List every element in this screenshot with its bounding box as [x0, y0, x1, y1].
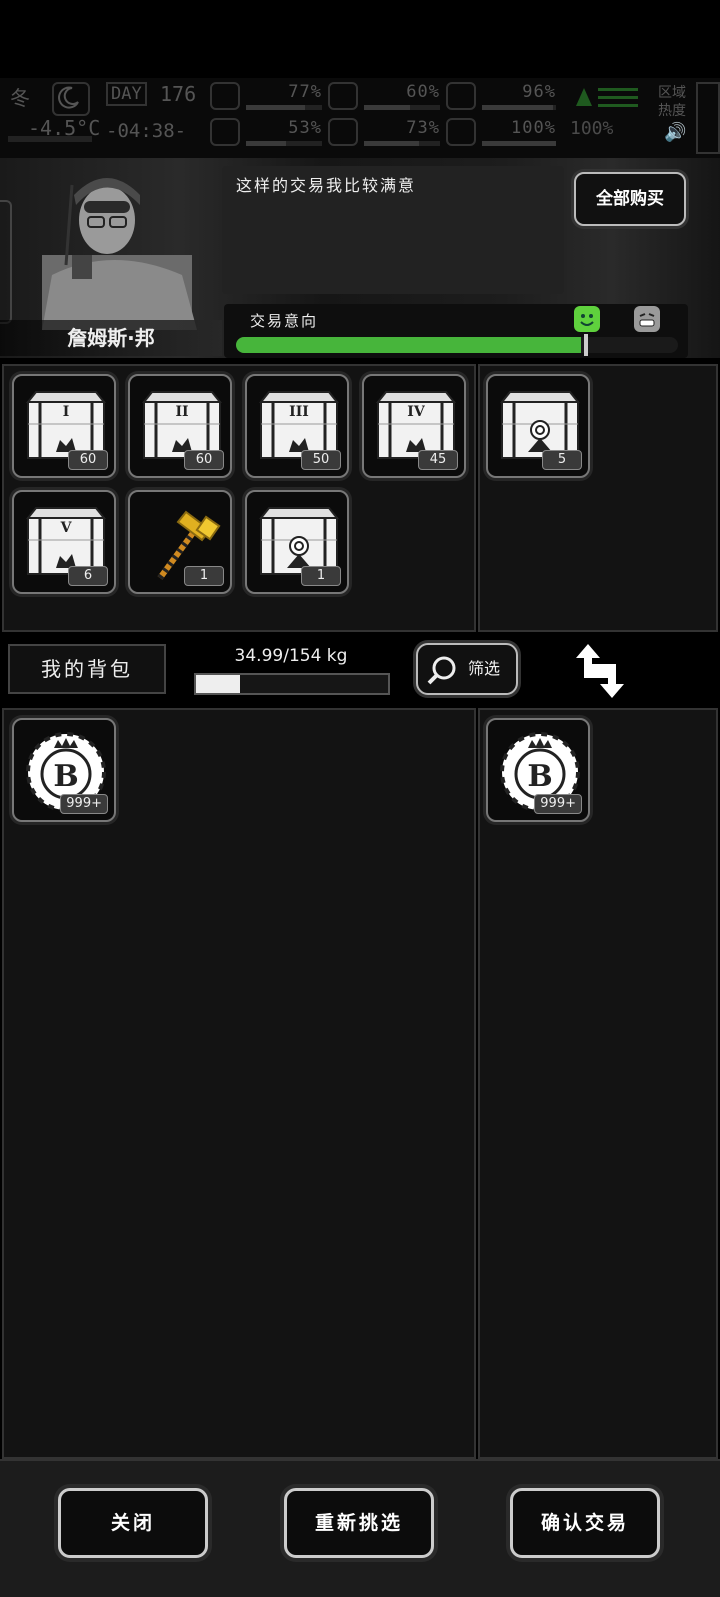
svg-text:B: B: [527, 759, 552, 794]
vitality-stat: 100%: [446, 118, 556, 146]
item-count: 6: [68, 566, 108, 586]
confirm-trade-button[interactable]: 确认交易: [510, 1488, 660, 1558]
left-edge-tab[interactable]: [0, 200, 12, 324]
trade-intent-label: 交易意向: [250, 312, 319, 330]
temperature-bar: [8, 136, 92, 142]
weight-bar: [194, 673, 390, 695]
item-count: 999+: [534, 794, 582, 814]
item-count: 60: [68, 450, 108, 470]
weight-bar-fill: [196, 675, 240, 693]
dialog-text: 这样的交易我比较满意: [236, 176, 417, 195]
day-value: 176: [160, 82, 197, 106]
buy-all-button[interactable]: 全部购买: [574, 172, 686, 226]
item-slot-coin[interactable]: B 999+: [12, 718, 116, 822]
item-slot-golden-hammer[interactable]: 1: [128, 490, 232, 594]
heart-icon: [446, 118, 476, 146]
water-drop-icon: [328, 118, 358, 146]
thirst-stat: 73%: [328, 118, 440, 146]
lungs-icon: [446, 82, 476, 110]
health-stat: 77%: [210, 82, 322, 110]
filter-label: 筛选: [468, 659, 501, 678]
svg-text:II: II: [175, 404, 188, 420]
weight-text: 34.99/154 kg: [234, 646, 348, 666]
svg-text:I: I: [63, 404, 70, 420]
item-slot-coin[interactable]: B 999+: [486, 718, 590, 822]
filter-button[interactable]: 筛选: [416, 643, 518, 695]
item-slot-crate-ii[interactable]: II 60: [128, 374, 232, 478]
zone-heat-label: 区域热度: [658, 85, 686, 119]
radiation-value: 100%: [570, 118, 614, 139]
trade-intent-fill: [236, 337, 581, 353]
side-tab[interactable]: [696, 82, 720, 154]
mood-stat: 53%: [210, 118, 322, 146]
item-slot-crate-iii[interactable]: III 50: [245, 374, 349, 478]
svg-text:IV: IV: [407, 404, 426, 420]
trade-intent-bar: [236, 337, 678, 353]
status-hud: 冬 DAY 176 -4.5°C -04:38- 77% 60% 96% 53%…: [0, 78, 720, 158]
reselect-button[interactable]: 重新挑选: [284, 1488, 434, 1558]
item-slot-crate-special[interactable]: 5: [486, 374, 590, 478]
item-count: 1: [301, 566, 341, 586]
item-count: 5: [542, 450, 582, 470]
item-slot-crate-i[interactable]: I 60: [12, 374, 116, 478]
swap-arrows-icon[interactable]: [570, 640, 630, 702]
item-count: 999+: [60, 794, 108, 814]
item-count: 45: [418, 450, 458, 470]
hunger-stat: 60%: [328, 82, 440, 110]
item-slot-crate-v[interactable]: V6: [12, 490, 116, 594]
moon-icon: [52, 82, 90, 116]
npc-name: 詹姆斯·邦: [0, 320, 222, 356]
intent-marker: [584, 334, 588, 356]
close-button[interactable]: 关闭: [58, 1488, 208, 1558]
npc-portrait: [12, 165, 212, 330]
clock-value: -04:38-: [106, 120, 187, 142]
grinning-face-icon: [634, 306, 660, 332]
breath-stat: 96%: [446, 82, 556, 110]
speaker-icon[interactable]: 🔊: [664, 122, 686, 143]
magnifier-icon: [426, 655, 458, 704]
svg-text:B: B: [53, 759, 78, 794]
medkit-icon: [210, 82, 240, 110]
happy-face-icon: [574, 306, 600, 332]
svg-text:III: III: [289, 404, 309, 420]
svg-text:V: V: [60, 520, 73, 536]
season-label: 冬: [10, 86, 30, 110]
radiation-icon: [572, 82, 642, 110]
item-count: 50: [301, 450, 341, 470]
item-count: 1: [184, 566, 224, 586]
stomach-icon: [328, 82, 358, 110]
item-count: 60: [184, 450, 224, 470]
brain-icon: [210, 118, 240, 146]
item-slot-crate-special[interactable]: 1: [245, 490, 349, 594]
my-bag-label: 我的背包: [8, 644, 166, 694]
day-label: DAY: [106, 82, 147, 106]
item-slot-crate-iv[interactable]: IV 45: [362, 374, 466, 478]
